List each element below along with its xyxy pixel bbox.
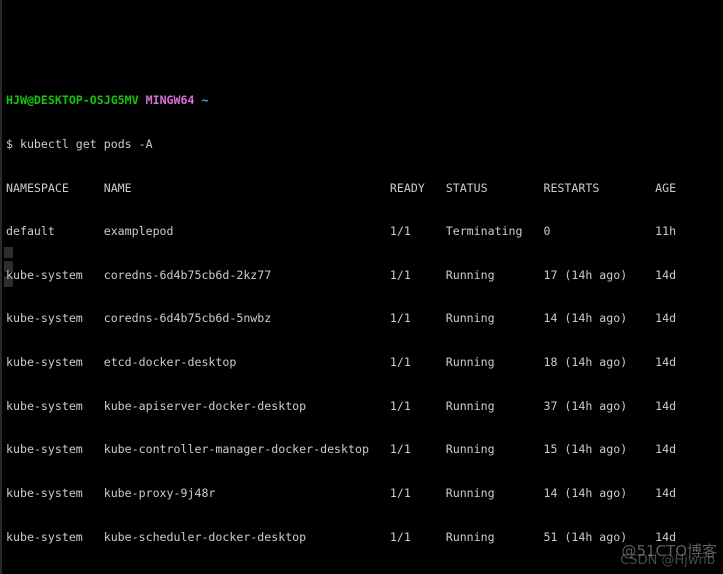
table-row: kube-system kube-apiserver-docker-deskto…: [6, 398, 677, 413]
prompt-shell: MINGW64: [145, 93, 195, 108]
terminal-screen[interactable]: HJW@DESKTOP-OSJG5MV MINGW64 ~ $ kubectl …: [6, 6, 723, 574]
table-row: kube-system coredns-6d4b75cb6d-2kz77 1/1…: [6, 267, 677, 282]
table-header: NAMESPACE NAME READY STATUS RESTARTS AGE: [6, 180, 677, 195]
prompt-path: ~: [201, 93, 209, 108]
table-row: kube-system kube-proxy-9j48r 1/1 Running…: [6, 486, 677, 501]
command-line: $ kubectl get pods -A: [6, 137, 723, 152]
prompt-line: HJW@DESKTOP-OSJG5MV MINGW64 ~: [6, 93, 723, 108]
table-row: kube-system coredns-6d4b75cb6d-5nwbz 1/1…: [6, 311, 677, 326]
table-row: kube-system kube-controller-manager-dock…: [6, 442, 677, 457]
command-text: kubectl get pods -A: [19, 136, 153, 151]
table-row: kube-system kube-scheduler-docker-deskto…: [6, 529, 677, 544]
command-block-1: HJW@DESKTOP-OSJG5MV MINGW64 ~ $ kubectl …: [6, 64, 723, 574]
terminal-window[interactable]: HJW@DESKTOP-OSJG5MV MINGW64 ~ $ kubectl …: [0, 0, 723, 574]
table-row: kube-system etcd-docker-desktop 1/1 Runn…: [6, 355, 677, 370]
table-row: default examplepod 1/1 Terminating 0 11h: [6, 224, 677, 239]
prompt-symbol: $: [6, 136, 13, 151]
prompt-user-host: HJW@DESKTOP-OSJG5MV: [6, 93, 139, 108]
